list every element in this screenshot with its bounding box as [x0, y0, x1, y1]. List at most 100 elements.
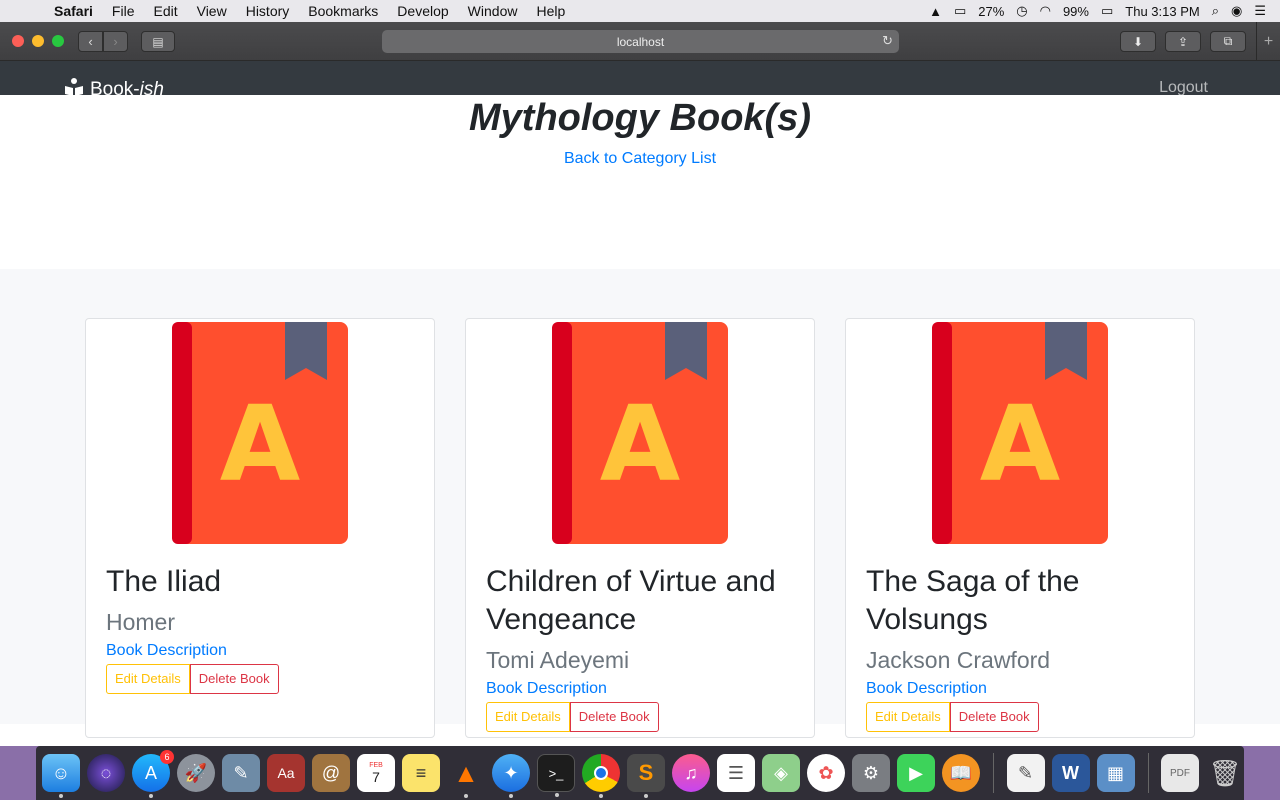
siri-menu-icon[interactable]: ◉ — [1231, 3, 1242, 19]
tabs-overview-icon[interactable]: ⧉ — [1210, 31, 1246, 52]
trash-icon[interactable]: 🗑 — [1206, 754, 1244, 792]
delete-book-button[interactable]: Delete Book — [189, 664, 279, 694]
book-actions: Edit Details Delete Book — [866, 702, 1176, 732]
sidebar-toggle-icon[interactable]: ▤ — [141, 31, 175, 52]
back-to-category-link[interactable]: Back to Category List — [564, 150, 716, 168]
dock: ☺ ◌ A6 🚀 ✎ Aa @ FEB 7 ≡ ▲ ✦ >_ S ♫ ☰ ◈ ✿… — [36, 746, 1244, 800]
calendar-month: FEB — [369, 761, 383, 769]
app-store-icon[interactable]: A6 — [132, 750, 174, 798]
wifi-icon[interactable]: ◠ — [1040, 3, 1051, 19]
book-title: The Saga of the Volsungs — [866, 565, 1080, 636]
app-store-badge: 6 — [160, 750, 174, 764]
reminders-icon[interactable]: ☰ — [717, 754, 755, 792]
menu-view[interactable]: View — [197, 3, 227, 19]
edit-details-button[interactable]: Edit Details — [866, 702, 950, 732]
book-author: Tomi Adeyemi — [486, 647, 630, 673]
book-actions: Edit Details Delete Book — [106, 664, 416, 694]
book-author: Homer — [106, 609, 176, 635]
time-machine-icon[interactable]: ◷ — [1016, 3, 1027, 19]
battery-device-icon[interactable]: ▭ — [954, 3, 966, 19]
menu-bar: Safari File Edit View History Bookmarks … — [0, 0, 1280, 22]
menu-edit[interactable]: Edit — [153, 3, 177, 19]
fullscreen-window-button[interactable] — [52, 35, 64, 47]
back-arrow-icon[interactable]: ‹ — [78, 31, 103, 52]
book-description-link[interactable]: Book Description — [866, 679, 1176, 699]
book-card: A Children of Virtue and Vengeance Tomi … — [465, 318, 815, 738]
book-title: Children of Virtue and Vengeance — [486, 565, 776, 636]
system-preferences-icon[interactable]: ⚙ — [852, 754, 890, 792]
share-icon[interactable]: ⇪ — [1165, 31, 1201, 52]
maps-icon[interactable]: ◈ — [762, 754, 800, 792]
launchpad-icon[interactable]: 🚀 — [177, 754, 215, 792]
book-actions: Edit Details Delete Book — [486, 702, 796, 732]
notification-center-icon[interactable]: ☰ — [1254, 3, 1266, 19]
edit-details-button[interactable]: Edit Details — [106, 664, 190, 694]
minimize-window-button[interactable] — [32, 35, 44, 47]
vlc-icon[interactable]: ▲ — [447, 754, 485, 798]
browser-toolbar: ‹ › ▤ localhost ↻ ⬇ ⇪ ⧉ + — [0, 22, 1280, 61]
dock-separator — [993, 753, 994, 793]
ibooks-icon[interactable]: 📖 — [942, 754, 980, 792]
textedit-icon[interactable]: ✎ — [1006, 754, 1045, 792]
preview-icon[interactable]: ✎ — [222, 754, 260, 792]
dictionary-icon[interactable]: Aa — [267, 754, 305, 792]
close-window-button[interactable] — [12, 35, 24, 47]
terminal-icon[interactable]: >_ — [537, 754, 575, 797]
book-description-link[interactable]: Book Description — [486, 679, 796, 699]
menu-bookmarks[interactable]: Bookmarks — [308, 3, 378, 19]
photos-icon[interactable]: ✿ — [807, 754, 845, 792]
itunes-icon[interactable]: ♫ — [672, 754, 710, 792]
book-description-link[interactable]: Book Description — [106, 641, 416, 661]
menu-history[interactable]: History — [246, 3, 290, 19]
sublime-icon[interactable]: S — [627, 754, 665, 798]
menu-file[interactable]: File — [112, 3, 135, 19]
reload-icon[interactable]: ↻ — [882, 33, 893, 49]
contacts-icon[interactable]: @ — [312, 754, 350, 792]
chrome-icon[interactable] — [582, 754, 620, 798]
book-cover-icon: A — [552, 322, 728, 551]
book-cover-icon: A — [932, 322, 1108, 551]
page-content: Mythology Book(s) Back to Category List … — [0, 95, 1280, 738]
book-card: A The Saga of the Volsungs Jackson Crawf… — [845, 318, 1195, 738]
vlc-status-icon[interactable]: ▲ — [929, 4, 942, 19]
word-icon[interactable]: W — [1051, 754, 1090, 792]
edit-details-button[interactable]: Edit Details — [486, 702, 570, 732]
siri-icon[interactable]: ◌ — [87, 754, 125, 792]
forward-arrow-icon[interactable]: › — [103, 31, 128, 52]
menu-develop[interactable]: Develop — [397, 3, 448, 19]
device-battery-percent: 27% — [978, 3, 1005, 19]
battery-icon[interactable]: ▭ — [1101, 3, 1113, 19]
menu-app-name[interactable]: Safari — [54, 3, 93, 19]
notes-icon[interactable]: ≡ — [402, 754, 440, 792]
pdf-icon[interactable]: PDF — [1161, 754, 1199, 792]
book-title: The Iliad — [106, 565, 222, 598]
delete-book-button[interactable]: Delete Book — [569, 702, 659, 732]
page-header: Mythology Book(s) Back to Category List — [0, 95, 1280, 269]
svg-text:A: A — [980, 383, 1061, 505]
url-text: localhost — [616, 34, 665, 49]
downloads-icon[interactable]: ⬇ — [1120, 31, 1156, 52]
book-card-list: A The Iliad Homer Book Description Edit … — [0, 269, 1280, 738]
menu-window[interactable]: Window — [468, 3, 518, 19]
new-tab-icon[interactable]: + — [1256, 22, 1280, 61]
preview-images-icon[interactable]: ▦ — [1096, 754, 1135, 792]
menu-help[interactable]: Help — [536, 3, 565, 19]
clock[interactable]: Thu 3:13 PM — [1125, 4, 1199, 19]
calendar-day: 7 — [372, 768, 380, 785]
calendar-icon[interactable]: FEB 7 — [357, 754, 395, 792]
facetime-icon[interactable]: ▶ — [897, 754, 935, 792]
address-bar[interactable]: localhost ↻ — [382, 30, 899, 53]
book-card: A The Iliad Homer Book Description Edit … — [85, 318, 435, 738]
history-nav: ‹ › — [78, 31, 128, 52]
book-cover-icon: A — [172, 322, 348, 551]
svg-text:A: A — [220, 383, 301, 505]
page-title: Mythology Book(s) — [469, 97, 811, 139]
finder-icon[interactable]: ☺ — [42, 754, 80, 798]
spotlight-search-icon[interactable]: ⌕ — [1212, 3, 1219, 19]
battery-percent: 99% — [1062, 3, 1089, 19]
svg-text:A: A — [600, 383, 681, 505]
safari-icon[interactable]: ✦ — [492, 754, 530, 798]
delete-book-button[interactable]: Delete Book — [949, 702, 1039, 732]
book-author: Jackson Crawford — [866, 647, 1051, 673]
window-controls — [12, 35, 64, 47]
